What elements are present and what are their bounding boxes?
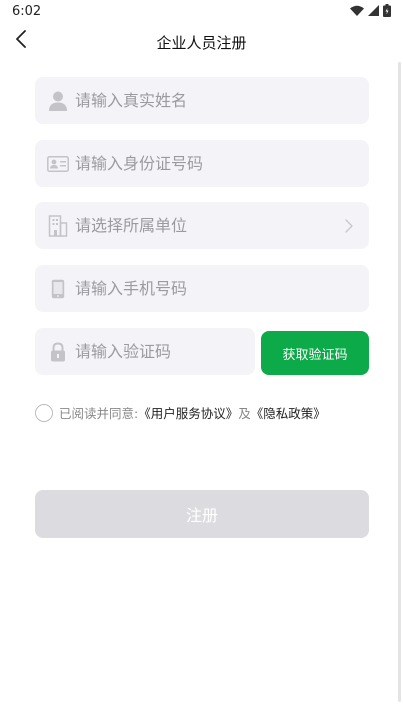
chevron-right-icon bbox=[345, 218, 353, 237]
nav-bar: 企业人员注册 bbox=[0, 24, 403, 58]
verification-code-input[interactable] bbox=[75, 342, 255, 361]
signal-icon bbox=[368, 5, 379, 16]
agreement-checkbox[interactable] bbox=[35, 403, 53, 422]
agreement-and: 及 bbox=[238, 406, 251, 421]
status-time: 6:02 bbox=[12, 4, 42, 19]
id-card-field[interactable] bbox=[35, 140, 369, 187]
id-card-icon bbox=[47, 153, 69, 175]
verification-code-field[interactable] bbox=[35, 328, 255, 375]
phone-icon bbox=[47, 278, 69, 300]
phone-input[interactable] bbox=[75, 279, 369, 298]
register-button[interactable]: 注册 bbox=[35, 490, 369, 538]
scrollbar[interactable] bbox=[398, 62, 401, 702]
user-agreement-link[interactable]: 《用户服务协议》 bbox=[138, 403, 238, 422]
name-input[interactable] bbox=[75, 91, 369, 110]
get-code-button[interactable]: 获取验证码 bbox=[261, 331, 369, 375]
page-title: 企业人员注册 bbox=[156, 34, 247, 52]
organization-select[interactable] bbox=[35, 202, 369, 249]
phone-field[interactable] bbox=[35, 265, 369, 312]
privacy-policy-link[interactable]: 《隐私政策》 bbox=[251, 403, 326, 422]
building-icon bbox=[47, 214, 69, 237]
wifi-icon bbox=[350, 5, 364, 16]
battery-icon bbox=[383, 4, 391, 17]
person-icon bbox=[47, 90, 69, 112]
status-icons bbox=[350, 4, 391, 17]
status-bar: 6:02 bbox=[0, 0, 403, 24]
lock-icon bbox=[47, 341, 69, 363]
name-field[interactable] bbox=[35, 77, 369, 124]
id-number-input[interactable] bbox=[75, 154, 369, 173]
agreement-row: 已阅读并同意: 《用户服务协议》 及 《隐私政策》 bbox=[35, 403, 326, 422]
organization-input[interactable] bbox=[75, 216, 369, 235]
agreement-prefix: 已阅读并同意: bbox=[59, 406, 139, 421]
